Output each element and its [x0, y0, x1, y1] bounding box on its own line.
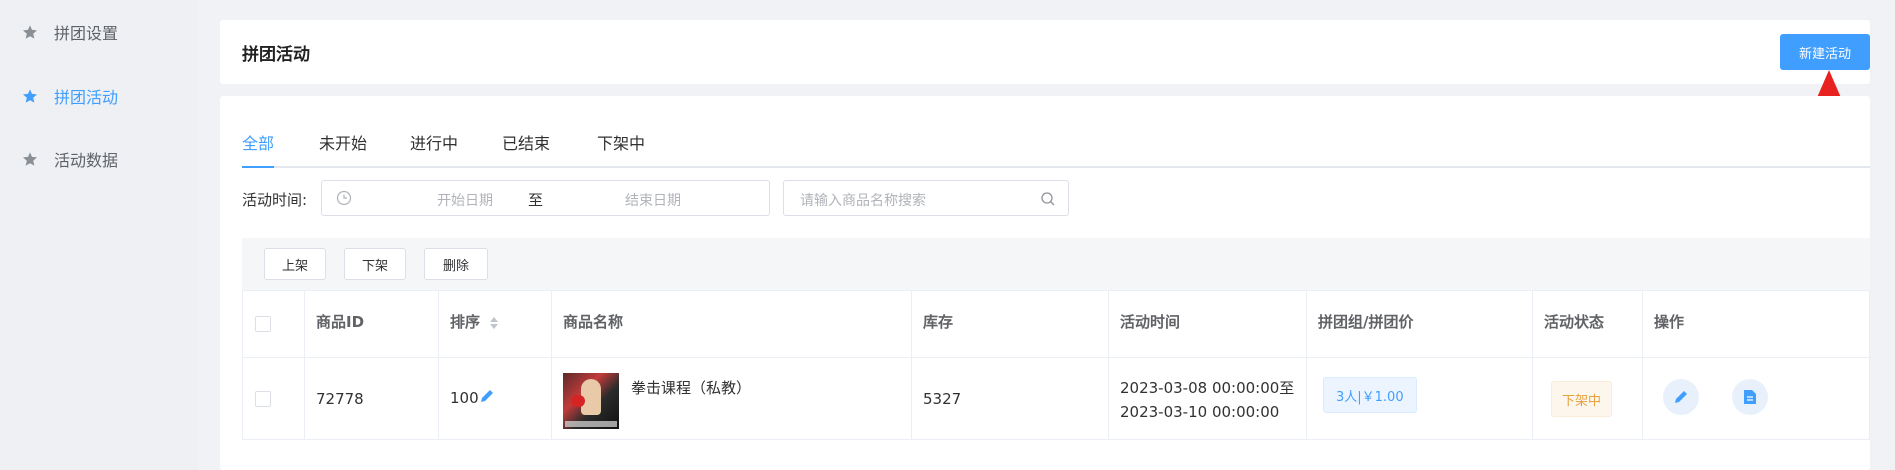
online-button[interactable]: 上架 [264, 248, 326, 280]
column-header-sort[interactable]: 排序 [450, 311, 499, 332]
column-header-sort-label: 排序 [450, 313, 481, 331]
product-search-input[interactable]: 请输入商品名称搜索 [783, 180, 1069, 216]
star-icon [22, 24, 38, 40]
activity-time-label: 活动时间: [242, 191, 308, 209]
sort-value[interactable]: 100 [450, 388, 495, 407]
product-thumbnail [563, 373, 619, 429]
date-range-separator: 至 [528, 191, 544, 209]
detail-button[interactable] [1732, 379, 1768, 415]
sidebar-item-label: 拼团活动 [54, 88, 119, 107]
main-panel: 全部 未开始 进行中 已结束 下架中 活动时间: 开始日期 至 结束日期 请输入… [220, 96, 1871, 470]
sidebar-item-label: 拼团设置 [54, 24, 119, 43]
offline-button[interactable]: 下架 [344, 248, 406, 280]
new-activity-button[interactable]: 新建活动 [1780, 34, 1870, 70]
column-header-stock: 库存 [923, 313, 954, 331]
product-id: 72778 [316, 390, 364, 408]
tab-not-started[interactable]: 未开始 [319, 130, 367, 166]
tab-offline[interactable]: 下架中 [597, 130, 645, 166]
product-name: 拳击课程（私教） [631, 379, 752, 397]
activity-time-start: 2023-03-08 00:00:00至 [1120, 379, 1295, 397]
status-tabs: 全部 未开始 进行中 已结束 下架中 [242, 130, 1870, 168]
activity-time-end: 2023-03-10 00:00:00 [1120, 403, 1280, 421]
edit-icon[interactable] [479, 388, 495, 404]
activity-table: 商品ID 排序 商品名称 库存 活动时间 拼团组/拼团价 活动状态 操作 727… [242, 290, 1871, 440]
search-placeholder: 请输入商品名称搜索 [800, 193, 926, 209]
clock-icon [336, 190, 352, 206]
date-range-picker[interactable]: 开始日期 至 结束日期 [321, 180, 770, 216]
document-icon [1744, 390, 1756, 404]
page-header: 拼团活动 新建活动 [220, 20, 1870, 84]
row-checkbox[interactable] [255, 391, 271, 407]
column-header-time: 活动时间 [1120, 313, 1181, 331]
page-title: 拼团活动 [242, 45, 310, 65]
sidebar-item-group-activities[interactable]: 拼团活动 [22, 84, 118, 108]
search-icon[interactable] [1040, 191, 1056, 207]
column-header-id: 商品ID [316, 313, 365, 331]
end-date-input[interactable]: 结束日期 [598, 190, 708, 210]
column-header-name: 商品名称 [563, 313, 624, 331]
group-price-tag: 3人|￥1.00 [1323, 377, 1417, 413]
edit-icon [1675, 391, 1687, 403]
batch-toolbar: 上架 下架 删除 [242, 238, 1870, 290]
sort-icon[interactable] [489, 316, 499, 330]
sort-number: 100 [450, 389, 479, 407]
star-icon [22, 151, 38, 167]
status-badge: 下架中 [1551, 381, 1613, 417]
tab-ended[interactable]: 已结束 [502, 130, 550, 166]
sidebar-item-activity-data[interactable]: 活动数据 [22, 147, 118, 171]
star-icon [22, 88, 38, 104]
start-date-input[interactable]: 开始日期 [410, 190, 520, 210]
stock-value: 5327 [923, 390, 962, 408]
column-header-status: 活动状态 [1544, 313, 1605, 331]
edit-button[interactable] [1663, 379, 1699, 415]
column-header-group-price: 拼团组/拼团价 [1318, 313, 1414, 331]
tab-all[interactable]: 全部 [242, 130, 275, 168]
sidebar-item-label: 活动数据 [54, 151, 119, 170]
select-all-checkbox[interactable] [255, 316, 271, 332]
tab-in-progress[interactable]: 进行中 [410, 130, 458, 166]
sidebar-item-group-settings[interactable]: 拼团设置 [22, 20, 118, 44]
column-header-actions: 操作 [1654, 313, 1685, 331]
delete-button[interactable]: 删除 [424, 248, 488, 280]
sidebar: 拼团设置 拼团活动 活动数据 [0, 0, 198, 470]
